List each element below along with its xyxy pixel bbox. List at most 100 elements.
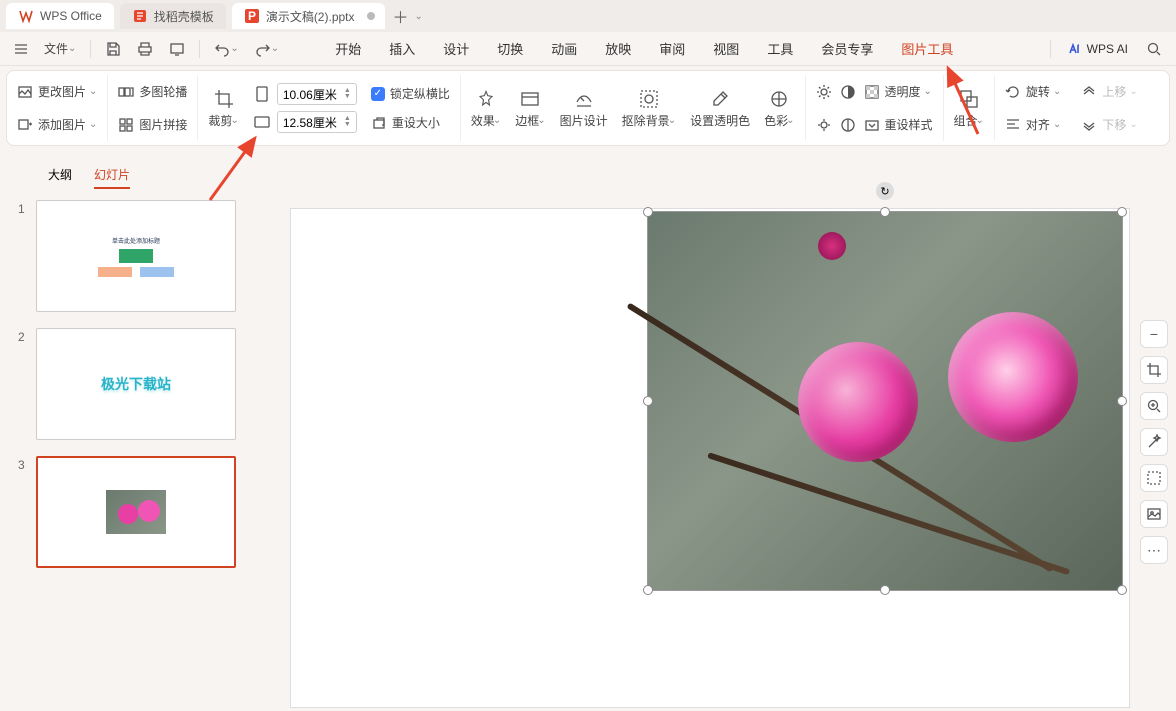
move-down-label: 下移 (1102, 116, 1126, 133)
picture-join-button[interactable]: 图片拼接 (118, 114, 187, 135)
reset-style-icon (864, 117, 880, 133)
menu-animate[interactable]: 动画 (539, 35, 589, 62)
save-button[interactable] (99, 37, 127, 61)
menu-insert[interactable]: 插入 (377, 35, 427, 62)
tab-file[interactable]: P 演示文稿(2).pptx (232, 3, 385, 29)
brightness-dec-button[interactable] (816, 114, 832, 135)
print-button[interactable] (131, 37, 159, 61)
slide-thumb[interactable]: 3 (18, 456, 256, 568)
change-picture-button[interactable]: 更改图片⌄ (17, 81, 97, 102)
resize-handle[interactable] (643, 585, 653, 595)
menu-picture-tools[interactable]: 图片工具 (889, 35, 965, 62)
pic-design-button[interactable]: 图片设计 (560, 86, 608, 131)
effect-label: 效果 (471, 112, 495, 129)
change-pic-label: 更改图片 (38, 83, 86, 100)
menu-view[interactable]: 视图 (701, 35, 751, 62)
more-button[interactable]: ⋯ (1140, 536, 1168, 564)
height-value: 12.58厘米 (283, 114, 337, 131)
transparency-button[interactable]: 透明度⌄ (864, 81, 932, 102)
width-value: 10.06厘米 (283, 86, 337, 103)
combine-button[interactable]: 组合⌄ (954, 86, 984, 131)
brightness-icon (816, 84, 832, 100)
menu-show[interactable]: 放映 (593, 35, 643, 62)
title-bar: WPS Office 找稻壳模板 P 演示文稿(2).pptx ＋ ⌄ (0, 0, 1176, 32)
tab-outline[interactable]: 大纲 (48, 166, 72, 189)
slide-thumb[interactable]: 1 单击此处添加标题 (18, 200, 256, 312)
effect-button[interactable]: 效果⌄ (471, 86, 501, 131)
right-toolbar: − ⋯ (1140, 320, 1168, 564)
width-input[interactable]: 10.06厘米 ▲▼ (277, 83, 357, 105)
resize-handle[interactable] (880, 207, 890, 217)
zoom-out-button[interactable]: − (1140, 320, 1168, 348)
hamburger-button[interactable] (8, 38, 34, 60)
resize-handle[interactable] (880, 585, 890, 595)
tab-menu-dropdown[interactable]: ⌄ (415, 11, 423, 22)
file-menu[interactable]: 文件⌄ (38, 36, 82, 61)
separator (199, 40, 200, 58)
menu-transition[interactable]: 切换 (485, 35, 535, 62)
rotate-icon (1005, 84, 1021, 100)
slide-thumbnails: 1 单击此处添加标题 2 极光下载站 3 (18, 200, 256, 584)
move-down-button[interactable]: 下移⌄ (1081, 114, 1137, 135)
tab-docai[interactable]: 找稻壳模板 (120, 3, 226, 29)
rotate-handle[interactable]: ↻ (876, 182, 894, 200)
border-icon (519, 88, 541, 110)
crop-label: 裁剪 (208, 112, 232, 129)
resize-handle[interactable] (643, 396, 653, 406)
wps-ai-button[interactable]: WPS AI (1059, 41, 1136, 57)
resize-handle[interactable] (1117, 207, 1127, 217)
search-button[interactable] (1140, 37, 1168, 61)
image-icon (1146, 506, 1162, 522)
crop-tool-button[interactable] (1140, 356, 1168, 384)
border-button[interactable]: 边框⌄ (515, 86, 545, 131)
contrast-inc-button[interactable] (840, 81, 856, 102)
color-icon (768, 88, 790, 110)
menu-start[interactable]: 开始 (323, 35, 373, 62)
color-button[interactable]: 色彩⌄ (764, 86, 794, 131)
slide-number: 3 (18, 456, 36, 568)
undo-button[interactable]: ⌄ (208, 37, 244, 61)
image-button[interactable] (1140, 500, 1168, 528)
rotate-button[interactable]: 旋转⌄ (1005, 81, 1061, 102)
menu-vip[interactable]: 会员专享 (809, 35, 885, 62)
tab-slides[interactable]: 幻灯片 (94, 166, 130, 189)
menu-tools[interactable]: 工具 (755, 35, 805, 62)
slide-thumb[interactable]: 2 极光下载站 (18, 328, 256, 440)
height-input[interactable]: 12.58厘米 ▲▼ (277, 111, 357, 133)
preview-button[interactable] (163, 37, 191, 61)
add-picture-button[interactable]: 添加图片⌄ (17, 114, 97, 135)
menu-review[interactable]: 审阅 (647, 35, 697, 62)
reset-size-button[interactable]: 重设大小 (371, 112, 450, 133)
remove-bg-button[interactable]: 抠除背景⌄ (622, 86, 676, 131)
spinner-icon[interactable]: ▲▼ (344, 88, 351, 100)
selected-image[interactable]: ↻ (647, 211, 1123, 591)
effect-icon (475, 88, 497, 110)
resize-handle[interactable] (1117, 585, 1127, 595)
multi-carousel-button[interactable]: 多图轮播 (118, 81, 187, 102)
border-label: 边框 (515, 112, 539, 129)
contrast-icon (840, 84, 856, 100)
hamburger-icon (14, 42, 28, 56)
resize-handle[interactable] (643, 207, 653, 217)
redo-button[interactable]: ⌄ (249, 37, 285, 61)
move-up-button[interactable]: 上移⌄ (1081, 81, 1137, 102)
tab-app[interactable]: WPS Office (6, 3, 114, 29)
lock-ratio-checkbox[interactable]: ✓锁定纵横比 (371, 83, 450, 104)
lock-ratio-label: 锁定纵横比 (390, 85, 450, 102)
outline-header: 大纲 幻灯片 (48, 166, 130, 189)
slide2-text: 极光下载站 (101, 374, 171, 394)
magic-button[interactable] (1140, 428, 1168, 456)
menu-design[interactable]: 设计 (431, 35, 481, 62)
select-button[interactable] (1140, 464, 1168, 492)
spinner-icon[interactable]: ▲▼ (344, 116, 351, 128)
reset-style-button[interactable]: 重设样式 (864, 114, 933, 135)
resize-handle[interactable] (1117, 396, 1127, 406)
brightness-inc-button[interactable] (816, 81, 832, 102)
set-transparent-button[interactable]: 设置透明色 (690, 86, 750, 131)
align-button[interactable]: 对齐⌄ (1005, 114, 1061, 135)
new-tab-button[interactable]: ＋ (391, 4, 411, 28)
crop-button[interactable]: 裁剪⌄ (208, 86, 238, 131)
zoom-in-button[interactable] (1140, 392, 1168, 420)
slide-canvas[interactable]: ↻ (290, 208, 1130, 708)
contrast-dec-button[interactable] (840, 114, 856, 135)
